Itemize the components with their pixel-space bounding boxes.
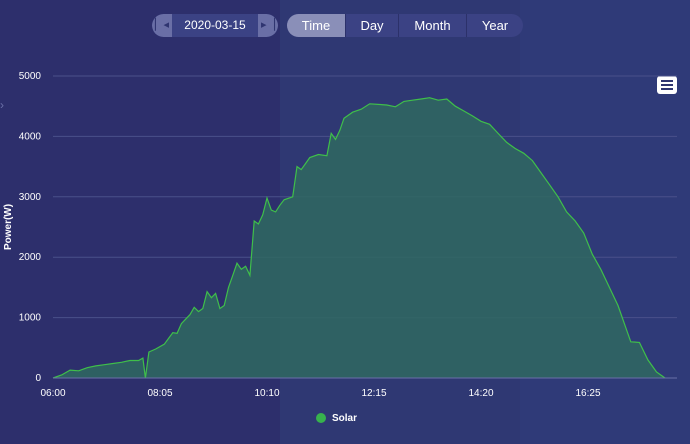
y-tick-labels: 0 1000 2000 3000 4000 5000 [19, 71, 42, 384]
x-tick-label: 16:25 [575, 388, 600, 399]
y-tick-label: 1000 [19, 313, 42, 324]
y-tick-label: 4000 [19, 131, 42, 142]
y-tick-label: 0 [35, 373, 41, 384]
y-tick-label: 5000 [19, 71, 42, 82]
legend-item-solar[interactable]: Solar [316, 411, 357, 425]
x-tick-labels: 06:00 08:05 10:10 12:15 14:20 16:25 [40, 388, 600, 399]
y-axis-label: Power(W) [3, 204, 14, 250]
power-chart: 0 1000 2000 3000 4000 5000 06:00 08:05 10:10 12:… [3, 71, 677, 399]
x-tick-label: 08:05 [147, 388, 172, 399]
x-tick-label: 14:20 [468, 388, 493, 399]
y-tick-label: 3000 [19, 192, 42, 203]
x-tick-label: 10:10 [254, 388, 279, 399]
legend-dot [316, 413, 326, 423]
solar-area [53, 97, 665, 378]
y-tick-label: 2000 [19, 252, 42, 263]
x-tick-label: 12:15 [361, 388, 386, 399]
x-tick-label: 06:00 [40, 388, 65, 399]
legend-label: Solar [332, 412, 358, 424]
